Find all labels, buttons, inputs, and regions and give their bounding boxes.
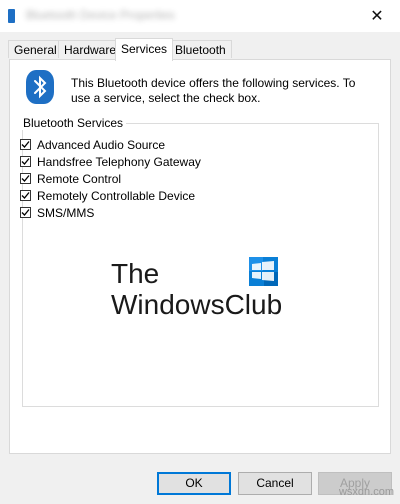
windows-logo-icon	[249, 257, 278, 286]
logo-text-windowsclub: WindowsClub	[111, 289, 283, 320]
services-description: This Bluetooth device offers the followi…	[71, 76, 356, 105]
logo-text-the: The	[111, 258, 160, 289]
service-sms-mms[interactable]: SMS/MMS	[20, 205, 94, 220]
bluetooth-icon	[26, 70, 54, 104]
group-title: Bluetooth Services	[20, 117, 127, 130]
checkmark-icon	[21, 175, 30, 182]
checkmark-icon	[21, 209, 30, 216]
checkmark-icon	[21, 192, 30, 199]
services-panel: This Bluetooth device offers the followi…	[9, 59, 391, 454]
service-label: Handsfree Telephony Gateway	[37, 154, 201, 169]
title-bar: Bluetooth Device Properties ✕	[0, 0, 400, 32]
service-handsfree-telephony-gateway[interactable]: Handsfree Telephony Gateway	[20, 154, 201, 169]
checkbox[interactable]	[20, 139, 31, 150]
device-icon	[8, 9, 15, 23]
service-advanced-audio-source[interactable]: Advanced Audio Source	[20, 137, 165, 152]
close-button[interactable]: ✕	[354, 0, 400, 32]
window-title: Bluetooth Device Properties	[26, 8, 175, 22]
cancel-button[interactable]: Cancel	[238, 472, 312, 495]
tab-hardware[interactable]: Hardware	[58, 40, 123, 58]
tab-general[interactable]: General	[8, 40, 63, 58]
watermark: wsxdn.com	[338, 486, 394, 498]
service-label: Advanced Audio Source	[37, 137, 166, 152]
service-label: Remotely Controllable Device	[37, 188, 196, 203]
service-label: SMS/MMS	[37, 205, 95, 220]
service-remote-control[interactable]: Remote Control	[20, 171, 121, 186]
checkbox[interactable]	[20, 173, 31, 184]
service-remotely-controllable-device[interactable]: Remotely Controllable Device	[20, 188, 195, 203]
ok-button[interactable]: OK	[157, 472, 231, 495]
close-icon: ✕	[370, 8, 384, 25]
checkmark-icon	[21, 158, 30, 165]
checkbox[interactable]	[20, 156, 31, 167]
checkbox[interactable]	[20, 207, 31, 218]
tab-bluetooth[interactable]: Bluetooth	[169, 40, 232, 58]
checkmark-icon	[21, 141, 30, 148]
tab-services[interactable]: Services	[115, 38, 174, 61]
service-label: Remote Control	[37, 171, 122, 186]
checkbox[interactable]	[20, 190, 31, 201]
